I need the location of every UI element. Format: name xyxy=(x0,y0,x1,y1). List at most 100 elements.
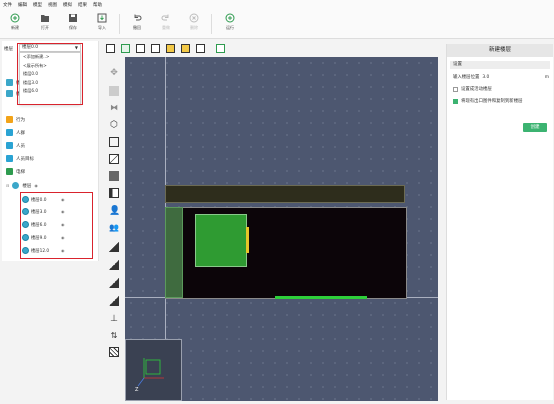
rectangle-icon[interactable] xyxy=(109,137,119,147)
toolbar-divider xyxy=(119,14,120,34)
active-floor-row[interactable]: 设置成活动楼层 xyxy=(453,85,549,93)
highlight-floor-list xyxy=(20,192,93,259)
tree-item-floors[interactable]: ⊟ 楼层 ◉ xyxy=(6,180,38,191)
crowd-icon xyxy=(6,129,13,136)
axis-label: Z xyxy=(135,387,139,393)
highlight-dropdown xyxy=(17,43,83,105)
menu-results[interactable]: 结果 xyxy=(78,2,87,8)
save-icon xyxy=(69,14,77,22)
import-icon xyxy=(97,13,107,23)
view-wall-icon[interactable] xyxy=(196,44,205,53)
floor-position-label: 输入楼层位置 xyxy=(453,75,480,80)
diagonal-icon[interactable] xyxy=(109,154,119,164)
undo-button[interactable]: 撤回 xyxy=(125,13,149,31)
measure-icon[interactable]: ⊥ xyxy=(109,314,119,324)
panel-title: 新建楼层 xyxy=(447,44,553,57)
person-icon xyxy=(6,142,13,149)
view-front-icon[interactable] xyxy=(136,44,145,53)
delete-button[interactable]: 删除 xyxy=(182,13,206,31)
import-label: 导入 xyxy=(98,25,106,30)
run-button[interactable]: 运行 xyxy=(218,13,242,31)
hexagon-icon[interactable]: ⬡ xyxy=(109,120,119,130)
toolbar: 新建 打开 保存 导入 撤回 重做 删除 运行 xyxy=(0,9,554,39)
redo-icon xyxy=(161,14,169,21)
elevator-tool-icon[interactable]: ⇅ xyxy=(109,331,119,341)
stair-object[interactable] xyxy=(165,207,183,298)
view-floor-icon[interactable] xyxy=(166,44,175,53)
active-floor-checkbox[interactable] xyxy=(453,86,458,92)
open-button[interactable]: 打开 xyxy=(33,13,57,31)
new-floor-panel: 新建楼层 设置 输入楼层位置 3.0 m 设置成活动楼层 将现有出口图件和复制到… xyxy=(446,44,553,400)
obstacle-icon[interactable] xyxy=(109,171,119,181)
new-button[interactable]: 新建 xyxy=(3,13,27,31)
person-icon[interactable]: 👤 xyxy=(109,206,120,216)
view-side-icon[interactable] xyxy=(151,44,160,53)
menu-file[interactable]: 文件 xyxy=(3,2,12,8)
floor-icon xyxy=(6,79,13,86)
menu-view[interactable]: 视图 xyxy=(48,2,57,8)
tree-item-person[interactable]: 人员 xyxy=(6,140,25,151)
floor-position-unit: m xyxy=(544,74,549,80)
collapse-icon: ⊟ xyxy=(6,183,10,188)
run-icon xyxy=(225,13,235,23)
undo-label: 撤回 xyxy=(133,25,141,30)
open-label: 打开 xyxy=(41,25,49,30)
obstacle-object[interactable] xyxy=(195,214,247,267)
floor-icon xyxy=(6,90,13,97)
floors-icon xyxy=(12,182,20,189)
mirror-icon[interactable]: ⧓ xyxy=(109,103,119,113)
elevator-icon xyxy=(6,168,13,175)
hatch-icon[interactable] xyxy=(109,347,119,357)
undo-icon xyxy=(134,14,142,21)
view-3d-icon[interactable] xyxy=(106,44,115,53)
eye-icon[interactable]: ◉ xyxy=(34,183,38,188)
exit-line[interactable] xyxy=(275,296,367,299)
floor-slab[interactable] xyxy=(165,185,405,203)
wall-tool-icon[interactable] xyxy=(109,86,119,96)
new-label: 新建 xyxy=(11,25,19,30)
settings-section: 设置 xyxy=(450,61,550,69)
door-icon[interactable] xyxy=(109,188,119,198)
copy-exits-row[interactable]: 将现有出口图件和复制到新楼层 xyxy=(453,97,549,105)
door-object[interactable] xyxy=(246,227,249,253)
toolbar-divider xyxy=(211,14,212,34)
stair-icon[interactable] xyxy=(109,278,119,288)
tree-item-behavior[interactable]: 行为 xyxy=(6,114,25,125)
tree-item-elevator[interactable]: 电梯 xyxy=(6,166,25,177)
stair-icon[interactable] xyxy=(109,242,119,252)
menu-simulate[interactable]: 模拟 xyxy=(63,2,72,8)
save-button[interactable]: 保存 xyxy=(61,13,85,31)
behavior-icon xyxy=(6,116,13,123)
fit-view-icon[interactable] xyxy=(216,44,225,53)
plus-circle-icon xyxy=(10,13,20,23)
create-button[interactable]: 创建 xyxy=(523,123,547,132)
view-top-icon[interactable] xyxy=(121,44,130,53)
active-floor-label: 设置成活动楼层 xyxy=(461,87,492,92)
menu-edit[interactable]: 编辑 xyxy=(18,2,27,8)
menu-bar: 文件 编辑 模型 视图 模拟 结果 帮助 xyxy=(0,0,554,9)
minimap: Z xyxy=(125,339,182,401)
save-label: 保存 xyxy=(69,25,77,30)
copy-exits-label: 将现有出口图件和复制到新楼层 xyxy=(461,99,523,104)
ramp-icon[interactable] xyxy=(109,296,119,306)
view-roof-icon[interactable] xyxy=(181,44,190,53)
floor-position-row: 输入楼层位置 3.0 m xyxy=(453,73,549,81)
import-button[interactable]: 导入 xyxy=(90,13,114,31)
run-label: 运行 xyxy=(226,25,234,30)
close-circle-icon xyxy=(189,13,199,23)
folder-icon xyxy=(41,15,49,22)
redo-label: 重做 xyxy=(162,25,170,30)
menu-model[interactable]: 模型 xyxy=(33,2,42,8)
model-label: 楼层 xyxy=(4,47,13,52)
floor-position-input[interactable]: 3.0 xyxy=(482,75,541,80)
move-icon[interactable]: ✥ xyxy=(109,68,119,78)
copy-exits-checkbox[interactable] xyxy=(453,98,458,104)
menu-help[interactable]: 帮助 xyxy=(93,2,102,8)
group-icon[interactable]: 👥 xyxy=(109,223,119,233)
tree-item-person-target[interactable]: 人员目标 xyxy=(6,153,34,164)
target-icon xyxy=(6,155,13,162)
stair-icon[interactable] xyxy=(109,260,119,270)
tree-item-crowd[interactable]: 人群 xyxy=(6,127,25,138)
delete-label: 删除 xyxy=(190,25,198,30)
redo-button[interactable]: 重做 xyxy=(154,13,178,31)
